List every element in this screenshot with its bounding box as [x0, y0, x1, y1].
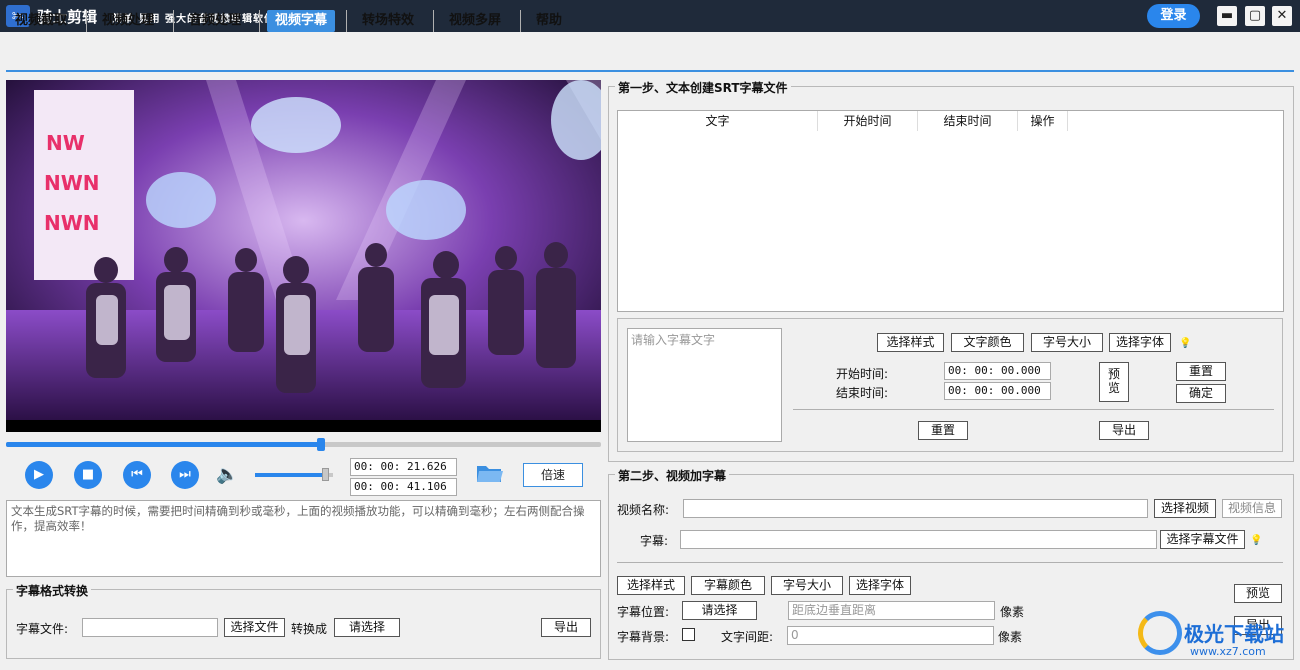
seek-bar-fill — [6, 442, 322, 447]
pixel-unit: 像素 — [998, 630, 1023, 644]
menu-underline — [6, 70, 1294, 72]
video-info-button[interactable]: 视频信息 — [1222, 499, 1282, 518]
format-convert-title: 字幕格式转换 — [13, 582, 92, 599]
column-header-start[interactable]: 开始时间 — [818, 111, 918, 131]
spacing-value: 0 — [791, 628, 799, 642]
watermark-url: www.xz7.com — [1190, 645, 1266, 658]
pixel-unit: 像素 — [1000, 605, 1025, 619]
step1-export-button[interactable]: 导出 — [1099, 421, 1149, 440]
column-header-end[interactable]: 结束时间 — [918, 111, 1018, 131]
subtitle-color-button[interactable]: 字幕颜色 — [691, 576, 765, 595]
menu-video-process[interactable]: 视频处理 — [94, 10, 162, 32]
spacing-label: 文字间距: — [721, 630, 774, 644]
choose-style-button[interactable]: 选择样式 — [617, 576, 685, 595]
end-time-label: 结束时间: — [836, 386, 889, 400]
menu-separator — [173, 10, 174, 32]
step2-divider — [617, 562, 1283, 563]
font-size-button[interactable]: 字号大小 — [1031, 333, 1103, 352]
menu-transition[interactable]: 转场特效 — [354, 10, 422, 32]
fast-forward-icon[interactable]: ⏭ — [171, 461, 199, 489]
total-time: 00: 00: 41.106 — [350, 478, 457, 496]
step2-preview-button[interactable]: 预览 — [1234, 584, 1282, 603]
play-icon[interactable]: ▶ — [25, 461, 53, 489]
spacing-input[interactable]: 0 — [787, 626, 994, 645]
preview-button[interactable]: 预览 — [1099, 362, 1129, 402]
menu-help[interactable]: 帮助 — [528, 10, 570, 32]
menu-bar — [0, 32, 1300, 72]
background-checkbox[interactable] — [682, 628, 695, 641]
menu-separator — [259, 10, 260, 32]
subtitle-text-placeholder: 请输入字幕文字 — [631, 333, 716, 347]
convert-to-label: 转换成 — [291, 622, 328, 636]
step1-title: 第一步、文本创建SRT字幕文件 — [615, 79, 791, 96]
close-icon[interactable]: ✕ — [1272, 6, 1292, 26]
folder-icon[interactable] — [476, 462, 504, 484]
svg-text:NWN: NWN — [44, 171, 100, 195]
distance-placeholder: 距底边垂直距离 — [792, 603, 877, 617]
subtitle-file-label: 字幕文件: — [16, 622, 69, 636]
watermark-name: 极光下载站 — [1184, 622, 1284, 646]
choose-file-button[interactable]: 选择文件 — [224, 618, 285, 637]
seek-bar-thumb[interactable] — [317, 438, 326, 451]
step1-divider — [793, 409, 1274, 410]
maximize-icon[interactable]: ▢ — [1245, 6, 1265, 26]
position-select[interactable]: 请选择 — [682, 601, 757, 620]
rewind-icon[interactable]: ⏮ — [123, 461, 151, 489]
menu-audio-process[interactable]: 音频处理 — [181, 10, 249, 32]
convert-export-button[interactable]: 导出 — [541, 618, 591, 637]
confirm-button[interactable]: 确定 — [1176, 384, 1226, 403]
stop-icon[interactable]: ■ — [74, 461, 102, 489]
video-name-input[interactable] — [683, 499, 1148, 518]
font-size-button[interactable]: 字号大小 — [771, 576, 843, 595]
choose-style-button[interactable]: 选择样式 — [877, 333, 944, 352]
subtitle-text-input[interactable]: 请输入字幕文字 — [627, 328, 782, 442]
subtitle-label: 字幕: — [640, 534, 669, 548]
menu-multi-screen[interactable]: 视频多屏 — [441, 10, 509, 32]
volume-fill — [255, 473, 326, 477]
column-header-action[interactable]: 操作 — [1018, 111, 1068, 131]
start-time-label: 开始时间: — [836, 367, 889, 381]
choose-font-button[interactable]: 选择字体 — [1109, 333, 1171, 352]
distance-input[interactable]: 距底边垂直距离 — [788, 601, 995, 620]
svg-text:NWN: NWN — [44, 211, 100, 235]
volume-thumb[interactable] — [322, 468, 330, 481]
step2-title: 第二步、视频加字幕 — [615, 467, 730, 484]
volume-icon[interactable]: 🔈 — [216, 464, 238, 485]
menu-video-clip[interactable]: 视频截取 — [7, 10, 75, 32]
choose-video-button[interactable]: 选择视频 — [1154, 499, 1216, 518]
end-time-input[interactable]: 00: 00: 00.000 — [944, 382, 1051, 400]
text-color-button[interactable]: 文字颜色 — [951, 333, 1024, 352]
reset-button[interactable]: 重置 — [918, 421, 968, 440]
menu-separator — [433, 10, 434, 32]
video-frame-image: NW NWN NWN — [6, 80, 601, 432]
background-label: 字幕背景: — [617, 630, 670, 644]
start-time-input[interactable]: 00: 00: 00.000 — [944, 362, 1051, 380]
current-time: 00: 00: 21.626 — [350, 458, 457, 476]
menu-separator — [86, 10, 87, 32]
subtitle-file-input[interactable] — [82, 618, 218, 637]
svg-text:NW: NW — [46, 131, 85, 155]
watermark-logo-icon — [1138, 611, 1182, 655]
position-label: 字幕位置: — [617, 605, 670, 619]
format-select[interactable]: 请选择 — [334, 618, 400, 637]
subtitle-input[interactable] — [680, 530, 1157, 549]
menu-video-subtitle[interactable]: 视频字幕 — [267, 10, 336, 32]
login-button[interactable]: 登录 — [1147, 4, 1200, 28]
video-name-label: 视频名称: — [617, 503, 670, 517]
subtitle-table[interactable] — [617, 110, 1284, 312]
menu-separator — [520, 10, 521, 32]
choose-subtitle-button[interactable]: 选择字幕文件 — [1160, 530, 1245, 549]
column-header-text[interactable]: 文字 — [618, 111, 818, 131]
choose-font-button[interactable]: 选择字体 — [849, 576, 911, 595]
menu-separator — [346, 10, 347, 32]
minimize-icon[interactable]: ▬ — [1217, 6, 1237, 26]
video-preview[interactable]: NW NWN NWN — [6, 80, 601, 432]
tip-textarea[interactable]: 文本生成SRT字幕的时候，需要把时间精确到秒或毫秒，上面的视频播放功能，可以精确… — [6, 500, 601, 577]
bulb-icon: 💡 — [1179, 338, 1192, 349]
speed-button[interactable]: 倍速 — [523, 463, 583, 487]
reset-small-button[interactable]: 重置 — [1176, 362, 1226, 381]
bulb-icon: 💡 — [1250, 535, 1263, 546]
